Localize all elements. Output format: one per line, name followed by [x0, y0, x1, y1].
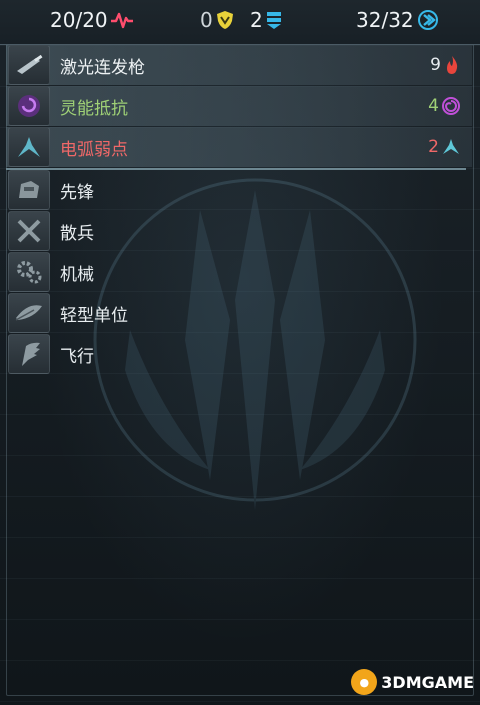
speed-arrow-icon — [417, 10, 438, 30]
flame-icon — [447, 56, 458, 74]
tag-row-flying[interactable]: 飞行 — [6, 334, 472, 374]
energy-stat: 32/32 — [356, 8, 439, 32]
stats-bar: 20/20 0 2 32/32 — [0, 0, 480, 45]
crossed-blades-icon — [8, 211, 50, 251]
watermark-text: 3DMGAME — [381, 672, 474, 692]
tag-label: 轻型单位 — [60, 305, 128, 326]
vanguard-helmet-icon — [8, 170, 50, 210]
psi-swirl-icon — [442, 97, 460, 115]
tag-label: 先锋 — [60, 182, 94, 203]
trait-label: 电弧弱点 — [60, 139, 128, 160]
trait-value: 4 — [428, 96, 460, 116]
tag-label: 机械 — [60, 264, 94, 285]
arc-tripod-icon — [443, 139, 459, 154]
tag-label: 散兵 — [60, 223, 94, 244]
health-value: 20/20 — [50, 8, 108, 32]
gears-icon — [8, 252, 50, 292]
health-stat: 20/20 — [50, 8, 133, 32]
feather-icon — [8, 293, 50, 333]
shield-value: 0 — [200, 8, 213, 32]
trait-value: 2 — [428, 137, 460, 157]
trait-row-arc[interactable]: 电弧弱点 2 — [6, 127, 472, 167]
armor-value: 2 — [250, 8, 263, 32]
psi-orb-icon — [8, 86, 50, 126]
armor-stat: 2 — [250, 8, 282, 32]
site-watermark: ● 3DMGAME — [351, 669, 474, 695]
trait-label: 灵能抵抗 — [60, 98, 128, 119]
shield-icon — [216, 11, 233, 29]
trait-row-psi[interactable]: 灵能抵抗 4 — [6, 86, 472, 126]
arc-tripod-icon — [8, 127, 50, 167]
energy-value: 32/32 — [356, 8, 414, 32]
mascot-logo-icon: ● — [351, 669, 378, 695]
tag-row-light-unit[interactable]: 轻型单位 — [6, 293, 472, 333]
tag-label: 飞行 — [60, 346, 94, 367]
trait-label: 激光连发枪 — [60, 57, 145, 78]
tag-row-vanguard[interactable]: 先锋 — [6, 170, 472, 210]
tag-row-mechanical[interactable]: 机械 — [6, 252, 472, 292]
trait-row-weapon[interactable]: 激光连发枪 9 — [6, 45, 472, 85]
tag-row-skirmisher[interactable]: 散兵 — [6, 211, 472, 251]
laser-gun-icon — [8, 45, 50, 85]
heartbeat-icon — [110, 12, 133, 29]
trait-value: 9 — [430, 55, 460, 75]
shield-stat: 0 — [200, 8, 234, 32]
wing-icon — [8, 334, 50, 374]
armor-stack-icon — [266, 12, 281, 29]
